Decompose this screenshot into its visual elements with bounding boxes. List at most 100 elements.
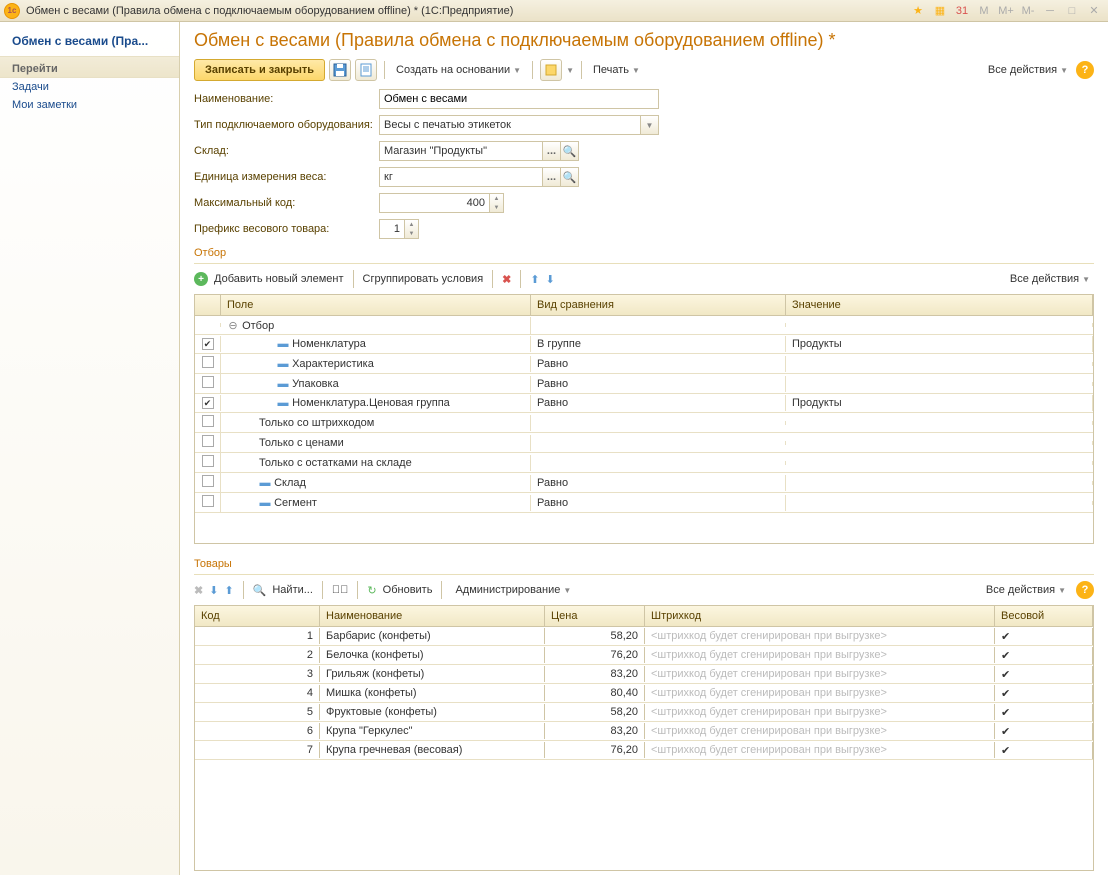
favorites-icon[interactable]: ★ <box>908 3 928 19</box>
collapse-icon[interactable]: ⊖ <box>227 319 239 332</box>
memory-mminus-button[interactable]: M- <box>1018 3 1038 19</box>
document-icon[interactable] <box>355 59 377 81</box>
refresh-icon[interactable]: ↻ <box>367 584 376 597</box>
filter-row[interactable]: Только со штрихкодом <box>195 413 1093 433</box>
goods-row[interactable]: 4Мишка (конфеты)80,40<штрихкод будет сге… <box>195 684 1093 703</box>
unit-input[interactable]: кг ... 🔍 <box>379 167 579 187</box>
calendar-icon[interactable]: 31 <box>952 3 972 19</box>
col-code[interactable]: Код <box>195 606 320 626</box>
sidebar-link-tasks[interactable]: Задачи <box>0 78 179 96</box>
move-down-icon[interactable]: ⬇ <box>209 584 218 597</box>
command-bar: Записать и закрыть Создать на основании▼… <box>194 59 1094 81</box>
move-down-icon[interactable]: ⬇ <box>546 273 555 286</box>
window-title: Обмен с весами (Правила обмена с подключ… <box>26 5 908 17</box>
move-up-icon[interactable]: ⬆ <box>224 584 233 597</box>
help-icon[interactable]: ? <box>1076 61 1094 79</box>
checkbox[interactable]: ✔ <box>202 397 214 409</box>
goods-price: 58,20 <box>545 704 645 720</box>
filter-field: Склад <box>274 477 306 489</box>
report-dropdown-icon[interactable]: ▼ <box>566 66 574 75</box>
checkbox[interactable] <box>202 415 214 427</box>
col-price[interactable]: Цена <box>545 606 645 626</box>
goods-weight: ✔ <box>995 685 1093 702</box>
warehouse-input[interactable]: Магазин "Продукты" ... 🔍 <box>379 141 579 161</box>
delete-icon[interactable]: ✖ <box>502 273 511 286</box>
calculator-icon[interactable]: ▦ <box>930 3 950 19</box>
minimize-button[interactable]: ─ <box>1040 3 1060 19</box>
ellipsis-icon[interactable]: ... <box>542 142 560 160</box>
goods-row[interactable]: 1Барбарис (конфеты)58,20<штрихкод будет … <box>195 627 1093 646</box>
move-up-icon[interactable]: ⬆ <box>530 273 539 286</box>
ellipsis-icon[interactable]: ... <box>542 168 560 186</box>
filter-row[interactable]: ✔▬ НоменклатураВ группеПродукты <box>195 335 1093 354</box>
filter-row[interactable]: ▬ УпаковкаРавно <box>195 374 1093 394</box>
filter-comparison <box>531 421 786 425</box>
add-icon[interactable]: + <box>194 272 208 286</box>
chevron-down-icon[interactable]: ▼ <box>640 116 658 134</box>
report-icon[interactable] <box>540 59 562 81</box>
print-button[interactable]: Печать▼ <box>589 62 644 78</box>
all-actions-button[interactable]: Все действия▼ <box>984 62 1072 78</box>
goods-toolbar: ✖ ⬇ ⬆ 🔍 Найти... 🔍⃠ ↻ Обновить Администр… <box>194 581 1094 599</box>
goods-barcode: <штрихкод будет сгенирирован при выгрузк… <box>645 647 995 663</box>
magnifier-icon[interactable]: 🔍 <box>560 142 578 160</box>
filter-row[interactable]: ▬ СкладРавно <box>195 473 1093 493</box>
filter-field: Сегмент <box>274 497 317 509</box>
help-icon[interactable]: ? <box>1076 581 1094 599</box>
col-barcode[interactable]: Штрихкод <box>645 606 995 626</box>
save-icon[interactable] <box>329 59 351 81</box>
checkbox[interactable] <box>202 356 214 368</box>
magnifier-icon[interactable]: 🔍 <box>253 584 267 597</box>
save-close-button[interactable]: Записать и закрыть <box>194 59 325 81</box>
clear-filter-icon[interactable]: 🔍⃠ <box>332 584 349 596</box>
checkbox[interactable] <box>202 475 214 487</box>
checkbox[interactable] <box>202 495 214 507</box>
spinner-down-icon[interactable]: ▼ <box>490 203 503 212</box>
goods-row[interactable]: 6Крупа "Геркулес"83,20<штрихкод будет сг… <box>195 722 1093 741</box>
goods-row[interactable]: 7Крупа гречневая (весовая)76,20<штрихкод… <box>195 741 1093 760</box>
group-conditions-button[interactable]: Сгруппировать условия <box>363 273 484 285</box>
filter-row[interactable]: Только с остатками на складе <box>195 453 1093 473</box>
magnifier-icon[interactable]: 🔍 <box>560 168 578 186</box>
col-comparison[interactable]: Вид сравнения <box>531 295 786 315</box>
spinner-up-icon[interactable]: ▲ <box>490 194 503 203</box>
delete-icon[interactable]: ✖ <box>194 584 203 597</box>
filter-row[interactable]: ▬ СегментРавно <box>195 493 1093 513</box>
filter-all-actions-button[interactable]: Все действия▼ <box>1006 271 1094 287</box>
add-element-button[interactable]: Добавить новый элемент <box>214 273 344 285</box>
filter-row[interactable]: ▬ ХарактеристикаРавно <box>195 354 1093 374</box>
find-button[interactable]: Найти... <box>272 584 313 596</box>
checkbox[interactable] <box>202 455 214 467</box>
goods-row[interactable]: 5Фруктовые (конфеты)58,20<штрихкод будет… <box>195 703 1093 722</box>
spinner-down-icon[interactable]: ▼ <box>405 229 418 238</box>
equipment-type-select[interactable]: Весы с печатью этикеток ▼ <box>379 115 659 135</box>
create-based-button[interactable]: Создать на основании▼ <box>392 62 525 78</box>
prefix-spinner[interactable]: 1 ▲▼ <box>379 219 419 239</box>
maxcode-spinner[interactable]: 400 ▲▼ <box>379 193 504 213</box>
checkbox[interactable]: ✔ <box>202 338 214 350</box>
refresh-button[interactable]: Обновить <box>383 584 433 596</box>
col-field[interactable]: Поле <box>221 295 531 315</box>
spinner-up-icon[interactable]: ▲ <box>405 220 418 229</box>
checkbox[interactable] <box>202 376 214 388</box>
col-weight[interactable]: Весовой <box>995 606 1093 626</box>
filter-comparison: В группе <box>531 336 786 352</box>
goods-code: 6 <box>195 723 320 739</box>
sidebar-link-notes[interactable]: Мои заметки <box>0 96 179 114</box>
memory-mplus-button[interactable]: M+ <box>996 3 1016 19</box>
col-name[interactable]: Наименование <box>320 606 545 626</box>
goods-row[interactable]: 2Белочка (конфеты)76,20<штрихкод будет с… <box>195 646 1093 665</box>
filter-row[interactable]: Только с ценами <box>195 433 1093 453</box>
checkbox[interactable] <box>202 435 214 447</box>
col-value[interactable]: Значение <box>786 295 1093 315</box>
filter-row[interactable]: ✔▬ Номенклатура.Ценовая группаРавноПроду… <box>195 394 1093 413</box>
goods-all-actions-button[interactable]: Все действия▼ <box>982 582 1070 598</box>
filter-value <box>786 501 1093 505</box>
goods-name: Грильяж (конфеты) <box>320 666 545 682</box>
administration-button[interactable]: Администрирование▼ <box>451 582 575 598</box>
maximize-button[interactable]: □ <box>1062 3 1082 19</box>
name-input[interactable] <box>379 89 659 109</box>
goods-row[interactable]: 3Грильяж (конфеты)83,20<штрихкод будет с… <box>195 665 1093 684</box>
close-button[interactable]: ✕ <box>1084 3 1104 19</box>
memory-m-button[interactable]: M <box>974 3 994 19</box>
